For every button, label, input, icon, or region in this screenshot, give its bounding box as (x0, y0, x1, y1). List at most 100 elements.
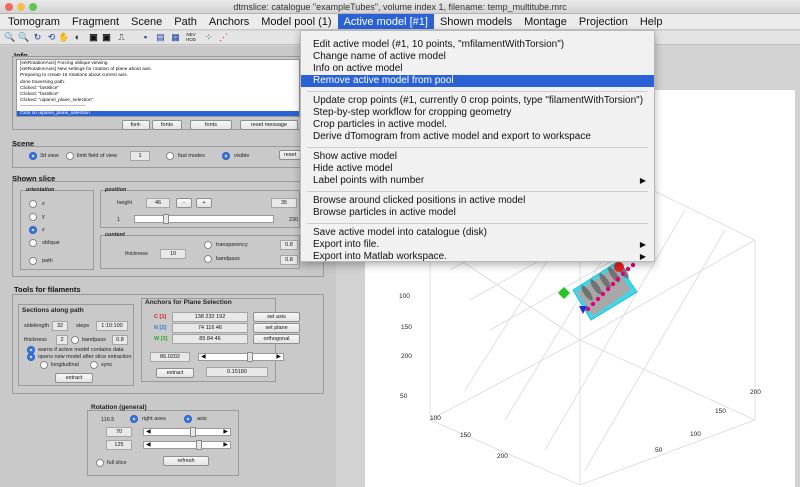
anchor-w-marker[interactable] (558, 287, 570, 299)
angle-slider[interactable]: ◀ ▶ (198, 352, 284, 362)
slider-right-arrow-icon[interactable]: ▶ (223, 441, 228, 449)
data-cursor-icon[interactable]: ◐ (72, 32, 83, 43)
anchor-w-field[interactable]: 85 84 46 (172, 334, 248, 344)
pulse-icon[interactable]: ⎍ (116, 32, 127, 43)
menu-fragment[interactable]: Fragment (66, 14, 125, 29)
save-icon[interactable]: ▪ (140, 32, 151, 43)
extract-anchors-button[interactable]: extract (156, 368, 194, 378)
menu-item-change-name[interactable]: Change name of active model (301, 51, 654, 63)
bandpass-filament-radio[interactable] (71, 336, 79, 344)
bandpass-filament-field[interactable]: 0.8 (112, 335, 128, 345)
model-point[interactable] (605, 286, 611, 292)
model-point[interactable] (610, 281, 616, 287)
orthogonal-button[interactable]: orthogonal (253, 334, 300, 344)
result-field[interactable]: 0.15180 (206, 367, 268, 377)
model-point[interactable] (595, 296, 601, 302)
height-decrement-button[interactable]: - (176, 198, 192, 208)
menu-scene[interactable]: Scene (125, 14, 168, 29)
menu-item-hide-active-model[interactable]: Hide active model (301, 163, 654, 175)
zoom-out-icon[interactable]: 🔍 (18, 32, 29, 43)
menu-tomogram[interactable]: Tomogram (0, 14, 66, 29)
orientation-y-radio[interactable] (29, 213, 37, 221)
model-point[interactable] (630, 262, 636, 268)
fast-modes-radio[interactable] (166, 152, 174, 160)
height-increment-button[interactable]: + (196, 198, 212, 208)
slider-knob[interactable] (163, 214, 169, 224)
menu-item-export-file[interactable]: Export into file. ▶ (301, 239, 654, 251)
print-icon[interactable]: ▤ (155, 32, 166, 43)
font-decrease-button[interactable]: font- (122, 120, 150, 130)
model-point[interactable] (600, 291, 606, 297)
rotation-slider-1[interactable]: ◀ ▶ (143, 427, 231, 437)
minimize-window-button[interactable] (17, 3, 25, 11)
thickness-field[interactable]: 10 (160, 249, 186, 259)
sidelength-field[interactable]: 32 (52, 321, 68, 331)
menu-item-show-active-model[interactable]: Show active model (301, 151, 654, 163)
rotation-slider-1-knob[interactable] (190, 427, 196, 437)
pan-icon[interactable]: ✋ (58, 32, 69, 43)
refresh-button[interactable]: refresh (163, 456, 209, 466)
reset-scene-button[interactable]: reset (279, 150, 301, 160)
menu-projection[interactable]: Projection (573, 14, 634, 29)
zoom-window-button[interactable] (29, 3, 37, 11)
axis-radio[interactable] (184, 415, 192, 423)
fov-field[interactable]: 1 (130, 151, 150, 161)
menu-item-browse-particles[interactable]: Browse particles in active model (301, 207, 654, 219)
angle-field[interactable]: 86.0202 (150, 352, 190, 362)
menu-path[interactable]: Path (168, 14, 203, 29)
menu-shown-models[interactable]: Shown models (434, 14, 518, 29)
right-axes-radio[interactable] (130, 415, 138, 423)
rotate-3d-icon[interactable]: ⟲ (46, 32, 57, 43)
orientation-x-radio[interactable] (29, 200, 37, 208)
menu-item-save-to-catalogue[interactable]: Save active model into catalogue (disk) (301, 227, 654, 239)
zoom-in-icon[interactable]: 🔍 (4, 32, 15, 43)
slider-left-arrow-icon[interactable]: ◀ (201, 353, 206, 361)
full-slice-radio[interactable] (96, 459, 104, 467)
menu-model-pool[interactable]: Model pool (1) (255, 14, 337, 29)
position-slider[interactable] (134, 214, 274, 224)
bandpass-radio[interactable] (204, 255, 212, 263)
menu-montage[interactable]: Montage (518, 14, 573, 29)
menu-item-edit-active-model[interactable]: Edit active model (#1, 10 points, "mfila… (301, 39, 654, 51)
menu-item-crop-particles[interactable]: Crop particles in active model. (301, 119, 654, 131)
orientation-z-radio[interactable] (29, 226, 37, 234)
slider-left-arrow-icon[interactable]: ◀ (146, 428, 151, 436)
transparency-field[interactable]: 0.8 (280, 240, 298, 250)
bandpass-field[interactable]: 0.8 (280, 255, 298, 265)
font-small-button[interactable]: fonts (152, 120, 182, 130)
3d-view-radio[interactable] (29, 152, 37, 160)
thickness-filament-field[interactable]: 2 (56, 335, 68, 345)
height-field[interactable]: 46 (146, 198, 170, 208)
menu-item-step-by-step-cropping[interactable]: Step-by-step workflow for cropping geome… (301, 107, 654, 119)
model-point[interactable] (615, 276, 621, 282)
data-icon[interactable]: ▦ (170, 32, 181, 43)
menu-item-derive-dtomogram[interactable]: Derive dTomogram from active model and e… (301, 131, 654, 143)
menu-item-label-points[interactable]: Label points with number ▶ (301, 175, 654, 187)
angle-slider-knob[interactable] (247, 352, 253, 362)
anchor-c-field[interactable]: 138 232 192 (172, 312, 248, 322)
anchor-n-field[interactable]: 74 116 46 (172, 323, 248, 333)
grid-icon[interactable]: ⁘ (203, 32, 214, 43)
reset-message-button[interactable]: reset message (240, 120, 298, 130)
rotate-icon[interactable]: ↻ (32, 32, 43, 43)
menu-item-remove-active-model[interactable]: Remove active model from pool (301, 75, 654, 87)
rotation-slider-2[interactable]: ◀ ▶ (143, 440, 231, 450)
model-point[interactable] (585, 306, 591, 312)
model-point[interactable] (620, 271, 626, 277)
model-point[interactable] (590, 301, 596, 307)
rotation-field-2[interactable]: 70 (106, 427, 132, 437)
font-large-button[interactable]: fonts (190, 120, 232, 130)
menu-active-model[interactable]: Active model [#1] (337, 14, 434, 29)
set-axis-button[interactable]: set axis (253, 312, 300, 322)
link-icon[interactable]: ⋰ (218, 32, 229, 43)
slider-right-arrow-icon[interactable]: ▶ (276, 353, 281, 361)
sync-radio[interactable] (90, 361, 98, 369)
slider-right-arrow-icon[interactable]: ▶ (223, 428, 228, 436)
extract-sections-button[interactable]: extract (55, 373, 93, 383)
transparency-radio[interactable] (204, 241, 212, 249)
brush-icon[interactable]: ▣ (101, 32, 112, 43)
limit-fov-radio[interactable] (66, 152, 74, 160)
steps-field[interactable]: 1:10:100 (96, 321, 128, 331)
rotation-field-3[interactable]: 125 (106, 440, 132, 450)
slice-rendering[interactable] (558, 261, 638, 321)
